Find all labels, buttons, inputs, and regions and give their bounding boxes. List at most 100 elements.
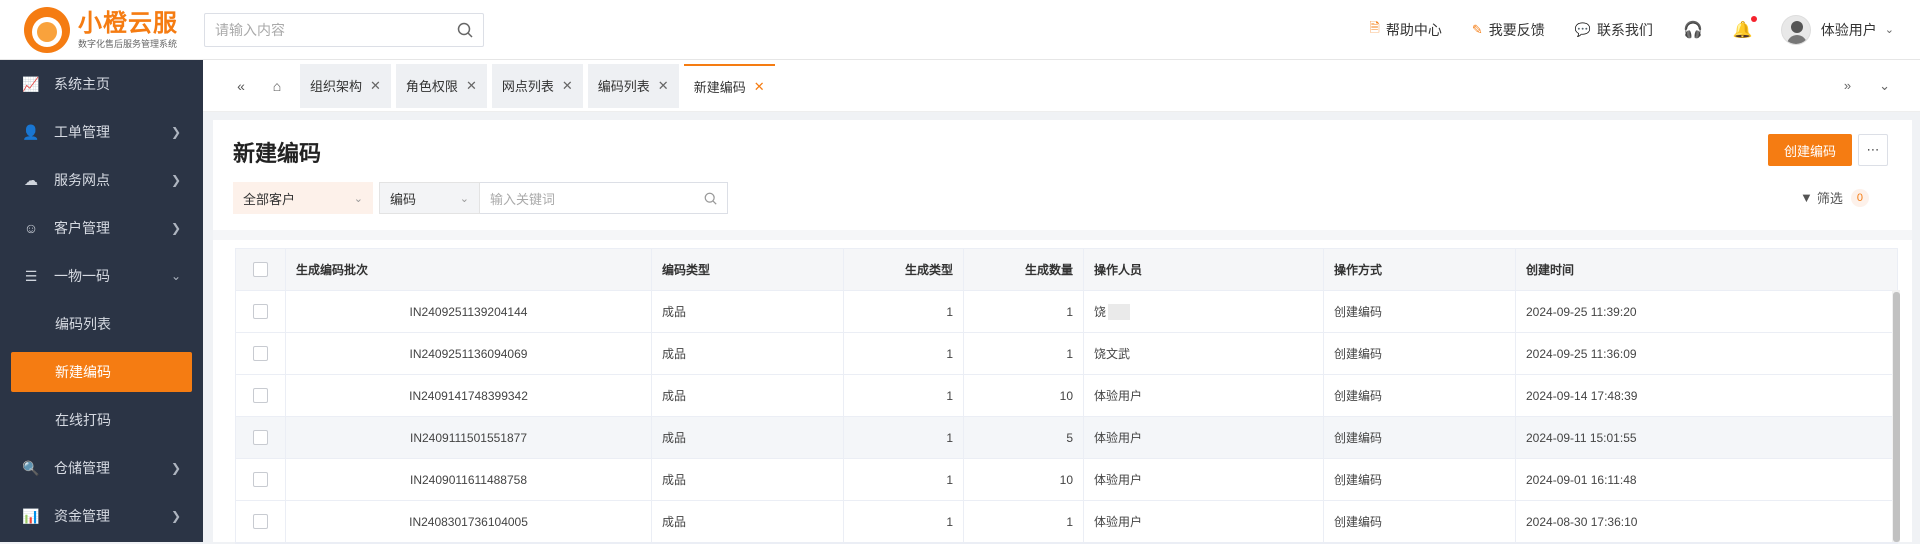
search-icon[interactable] bbox=[704, 192, 717, 205]
sidebar-item-label: 服务网点 bbox=[54, 172, 110, 188]
customer-select[interactable]: 全部客户 ⌄ bbox=[233, 182, 373, 214]
column-header[interactable]: 操作方式 bbox=[1324, 249, 1516, 290]
divider bbox=[213, 230, 1912, 240]
operator-name: 饶 bbox=[1094, 305, 1107, 319]
sidebar-item-label: 资金管理 bbox=[54, 508, 110, 524]
sidebar-item-home[interactable]: 📈 系统主页 bbox=[0, 60, 203, 108]
sidebar-item-one-item-one-code[interactable]: ☰ 一物一码 ⌄ bbox=[0, 252, 203, 300]
list-icon: ☰ bbox=[24, 267, 38, 284]
table-row[interactable]: IN2408301736104005 成品 1 1 体验用户 创建编码 2024… bbox=[236, 501, 1897, 543]
filter-button[interactable]: ▼ 筛选 0 bbox=[1800, 188, 1869, 207]
sidebar: 📈 系统主页 👤 工单管理 ❯ ☁ 服务网点 ❯ ☺ 客户管理 ❯ ☰ 一物一码… bbox=[0, 60, 203, 542]
row-checkbox[interactable] bbox=[253, 388, 268, 403]
headset-icon[interactable]: 🎧 bbox=[1683, 20, 1703, 40]
sidebar-item-label: 仓储管理 bbox=[54, 460, 110, 476]
close-icon[interactable]: ✕ bbox=[754, 79, 765, 95]
method-cell: 创建编码 bbox=[1324, 459, 1516, 500]
sidebar-item-service-points[interactable]: ☁ 服务网点 ❯ bbox=[0, 156, 203, 204]
table-row[interactable]: IN2409251136094069 成品 1 1 饶文武 创建编码 2024-… bbox=[236, 333, 1897, 375]
close-icon[interactable]: ✕ bbox=[658, 78, 669, 94]
sidebar-subitem-new-code[interactable]: 新建编码 bbox=[11, 352, 192, 392]
time-cell: 2024-08-30 17:36:10 bbox=[1526, 514, 1638, 529]
double-chevron-left-icon[interactable]: « bbox=[223, 78, 259, 94]
column-header[interactable]: 编码类型 bbox=[652, 249, 844, 290]
batch-cell: IN2408301736104005 bbox=[286, 501, 652, 542]
gen-type-cell: 1 bbox=[844, 501, 964, 542]
field-select-value: 编码 bbox=[390, 191, 417, 207]
search-icon[interactable] bbox=[457, 22, 473, 38]
feedback-link[interactable]: ✎ 我要反馈 bbox=[1472, 20, 1545, 40]
row-checkbox[interactable] bbox=[253, 472, 268, 487]
method-cell: 创建编码 bbox=[1324, 375, 1516, 416]
column-header[interactable]: 生成类型 bbox=[844, 249, 964, 290]
column-header[interactable]: 生成编码批次 bbox=[286, 249, 652, 290]
warehouse-icon: 🔍 bbox=[22, 459, 40, 476]
batch-cell: IN2409111501551877 bbox=[286, 417, 652, 458]
chevron-down-icon: ⌄ bbox=[353, 192, 363, 205]
table-scrollbar-thumb[interactable] bbox=[1893, 292, 1900, 542]
tab-point-list[interactable]: 网点列表 ✕ bbox=[491, 63, 583, 108]
type-cell: 成品 bbox=[652, 501, 844, 542]
chevron-down-icon: ⌄ bbox=[170, 269, 181, 283]
close-icon[interactable]: ✕ bbox=[370, 78, 381, 94]
home-icon[interactable]: ⌂ bbox=[259, 78, 295, 94]
method-cell: 创建编码 bbox=[1324, 501, 1516, 542]
row-checkbox[interactable] bbox=[253, 430, 268, 445]
tab-org-structure[interactable]: 组织架构 ✕ bbox=[300, 63, 391, 108]
filter-bar: 全部客户 ⌄ 编码 ⌄ 输入关键词 bbox=[233, 182, 728, 214]
row-checkbox[interactable] bbox=[253, 304, 268, 319]
time-cell: 2024-09-11 15:01:55 bbox=[1526, 430, 1637, 445]
global-search-input[interactable]: 请输入内容 bbox=[204, 12, 484, 47]
qty-cell: 5 bbox=[964, 417, 1084, 458]
column-header[interactable]: 操作人员 bbox=[1084, 249, 1324, 290]
operator-cell: 体验用户 bbox=[1084, 501, 1324, 542]
chat-icon: 💬 bbox=[1574, 21, 1591, 37]
chevron-down-icon[interactable]: ⌄ bbox=[1879, 78, 1890, 94]
table-row[interactable]: IN2409011611488758 成品 1 10 体验用户 创建编码 202… bbox=[236, 459, 1897, 501]
avatar bbox=[1780, 14, 1811, 45]
tab-role-permissions[interactable]: 角色权限 ✕ bbox=[395, 63, 487, 108]
table-row[interactable]: IN2409111501551877 成品 1 5 体验用户 创建编码 2024… bbox=[236, 417, 1897, 459]
type-cell: 成品 bbox=[652, 333, 844, 374]
chevron-down-icon: ⌄ bbox=[1884, 24, 1894, 36]
logo[interactable]: 小橙云服 数字化售后服务管理系统 bbox=[0, 0, 203, 60]
customer-select-value: 全部客户 bbox=[243, 191, 296, 207]
filter-label: 筛选 bbox=[1816, 191, 1843, 206]
double-chevron-right-icon[interactable]: » bbox=[1844, 78, 1851, 93]
bell-icon[interactable]: 🔔 bbox=[1733, 15, 1757, 40]
sidebar-item-funds[interactable]: 📊 资金管理 ❯ bbox=[0, 492, 203, 540]
time-cell: 2024-09-25 11:36:09 bbox=[1526, 346, 1637, 361]
sidebar-item-customers[interactable]: ☺ 客户管理 ❯ bbox=[0, 204, 203, 252]
sidebar-subitem-label: 在线打码 bbox=[55, 412, 111, 428]
time-cell: 2024-09-01 16:11:48 bbox=[1526, 472, 1637, 487]
batch-cell: IN2409251136094069 bbox=[286, 333, 652, 374]
row-checkbox[interactable] bbox=[253, 514, 268, 529]
page-title: 新建编码 bbox=[233, 141, 322, 166]
column-header[interactable]: 创建时间 bbox=[1516, 249, 1876, 290]
tab-new-code[interactable]: 新建编码 ✕ bbox=[683, 63, 775, 108]
chart-line-icon: 📈 bbox=[22, 75, 40, 92]
row-checkbox[interactable] bbox=[253, 346, 268, 361]
sidebar-item-work-orders[interactable]: 👤 工单管理 ❯ bbox=[0, 108, 203, 156]
sidebar-item-warehouse[interactable]: 🔍 仓储管理 ❯ bbox=[0, 444, 203, 492]
contact-link[interactable]: 💬 联系我们 bbox=[1575, 20, 1653, 40]
table-row[interactable]: IN2409141748399342 成品 1 10 体验用户 创建编码 202… bbox=[236, 375, 1897, 417]
qty-cell: 10 bbox=[964, 375, 1084, 416]
sidebar-item-label: 一物一码 bbox=[54, 268, 110, 284]
more-icon[interactable]: ⋯ bbox=[1858, 134, 1888, 166]
close-icon[interactable]: ✕ bbox=[466, 78, 477, 94]
user-menu[interactable]: 体验用户 ⌄ bbox=[1780, 14, 1894, 45]
sidebar-subitem-code-list[interactable]: 编码列表 bbox=[0, 300, 203, 348]
table-row[interactable]: IN2409251139204144 成品 1 1 饶 创建编码 2024-09… bbox=[236, 291, 1897, 333]
help-center-link[interactable]: 🗎 帮助中心 bbox=[1369, 19, 1441, 41]
qty-cell: 1 bbox=[964, 501, 1084, 542]
keyword-input[interactable]: 输入关键词 bbox=[480, 182, 728, 214]
create-code-button[interactable]: 创建编码 bbox=[1768, 134, 1852, 166]
tab-code-list[interactable]: 编码列表 ✕ bbox=[587, 63, 679, 108]
close-icon[interactable]: ✕ bbox=[562, 78, 573, 94]
field-select[interactable]: 编码 ⌄ bbox=[379, 182, 480, 214]
select-all-checkbox[interactable] bbox=[253, 262, 268, 277]
column-header[interactable]: 生成数量 bbox=[964, 249, 1084, 290]
method-cell: 创建编码 bbox=[1324, 333, 1516, 374]
sidebar-subitem-online-print[interactable]: 在线打码 bbox=[0, 396, 203, 444]
